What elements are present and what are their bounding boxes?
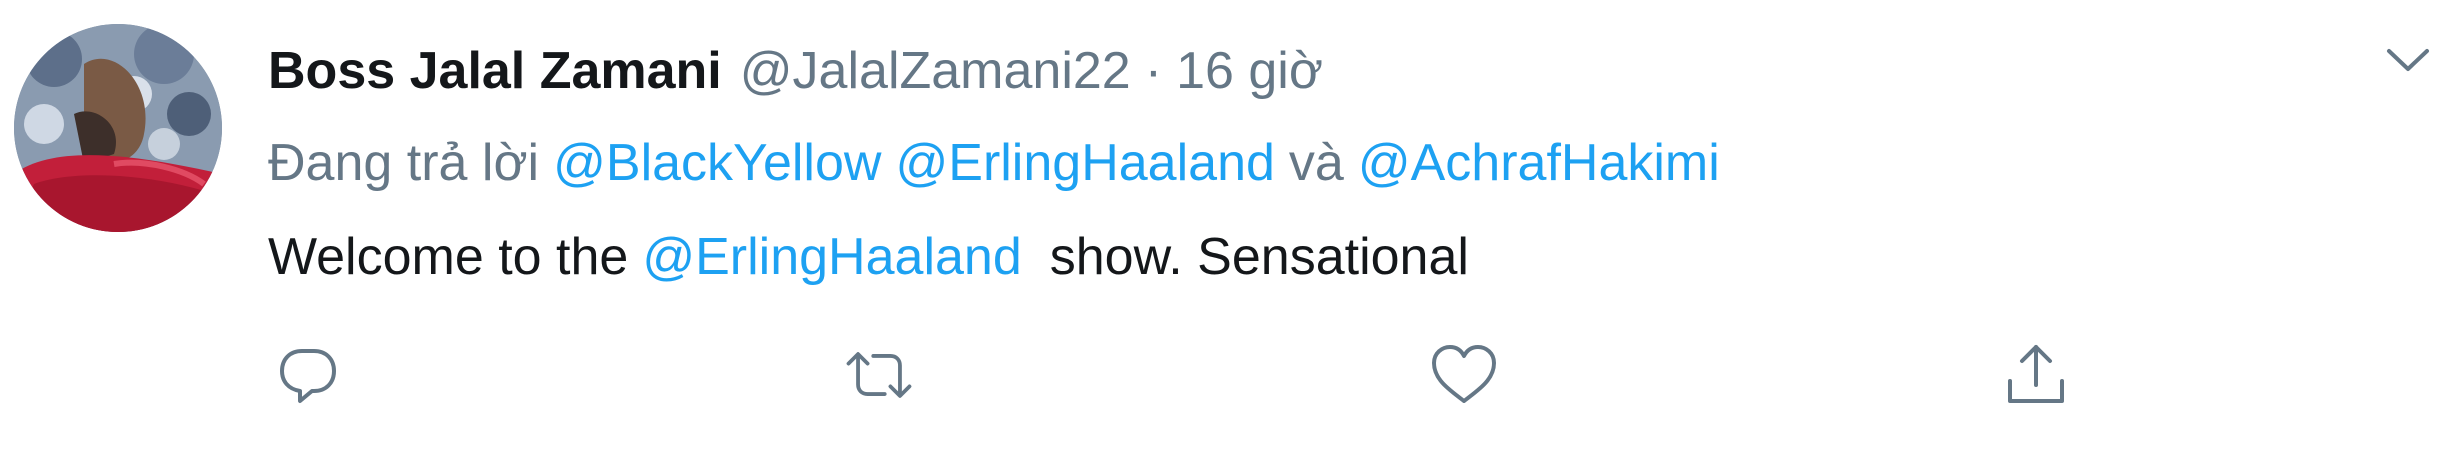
profile-avatar[interactable] [14,24,222,232]
mention-link[interactable]: @ErlingHaaland [642,228,1021,286]
more-options-button[interactable] [2378,30,2438,90]
tweet: Boss Jalal Zamani @JalalZamani22 · 16 gi… [0,0,2449,450]
timestamp[interactable]: 16 giờ [1176,36,1323,106]
replying-to-label: Đang trả lời [268,134,540,192]
avatar-image [14,24,222,232]
separator-dot: · [1144,42,1163,100]
tweet-text: Welcome to the @ErlingHaaland show. Sensat… [268,222,1469,292]
chevron-down-icon [2387,49,2429,71]
share-button[interactable] [1996,335,2076,415]
tweet-header: Boss Jalal Zamani @JalalZamani22 · 16 gi… [268,36,1323,106]
reply-bubble-icon [280,349,336,403]
reply-button[interactable] [268,335,348,415]
retweet-button[interactable] [839,335,919,415]
mention-link[interactable]: @AchrafHakimi [1358,134,1720,192]
tweet-text-start: Welcome to the [268,228,629,286]
replying-to-joiner: và [1288,134,1344,192]
share-upload-icon [2008,345,2064,403]
mention-link[interactable]: @ErlingHaaland [895,134,1274,192]
like-button[interactable] [1424,335,1504,415]
replying-to: Đang trả lời @BlackYellow @ErlingHaaland và… [268,128,1720,198]
mention-link[interactable]: @BlackYellow [553,134,881,192]
display-name[interactable]: Boss Jalal Zamani [268,36,722,106]
heart-icon [1432,345,1496,403]
retweet-icon [846,352,912,398]
tweet-text-end: show. Sensational [1049,228,1469,286]
user-handle[interactable]: @JalalZamani22 [740,36,1131,106]
